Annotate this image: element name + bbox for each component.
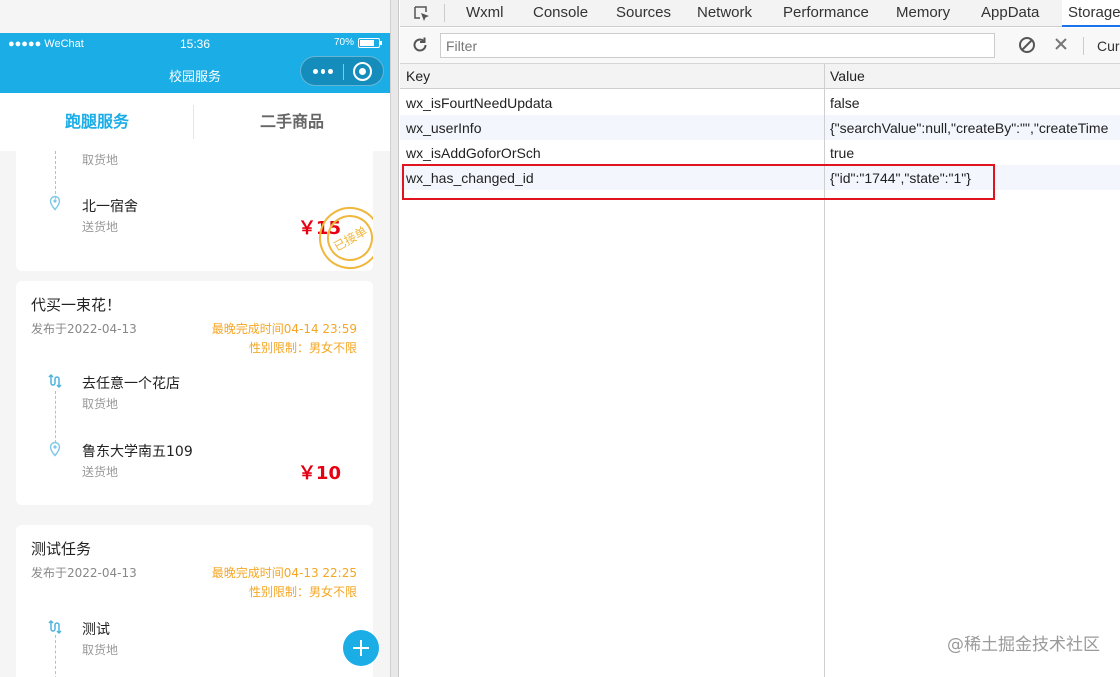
filter-input[interactable]: [440, 33, 995, 58]
tab-sources[interactable]: Sources: [616, 0, 671, 27]
tab-storage[interactable]: Storage: [1062, 0, 1120, 27]
row-key: wx_userInfo: [406, 120, 482, 136]
route-icon: [48, 373, 62, 389]
dropoff-sub-label: 送货地: [82, 465, 119, 479]
order-title: 代买一束花！: [31, 296, 122, 314]
delete-selected-icon[interactable]: [1053, 36, 1069, 52]
publish-date: 发布于2022-04-13: [31, 322, 137, 336]
battery-icon: [358, 37, 382, 48]
highlight-annotation: [402, 164, 995, 200]
tab-console[interactable]: Console: [533, 0, 588, 27]
gender-limit-label: 性别限制：男女不限: [248, 585, 357, 599]
tab-wxml[interactable]: Wxml: [466, 0, 504, 27]
service-tabs: 跑腿服务 二手商品: [0, 93, 390, 151]
dropoff-name: 北一宿舍: [82, 199, 138, 215]
battery-indicator: 70%: [333, 37, 382, 48]
accepted-stamp-icon: 已接单: [319, 207, 373, 269]
tab-errand-service[interactable]: 跑腿服务: [0, 93, 194, 151]
row-value: false: [830, 95, 860, 111]
order-price: ￥10: [297, 463, 341, 484]
order-feed[interactable]: 取货地 北一宿舍 送货地 ￥15 已接单 代买一束花！ 发布于2022-04-1…: [0, 151, 390, 677]
mini-program-capsule[interactable]: [300, 56, 384, 86]
add-order-button[interactable]: [343, 630, 379, 666]
row-value: {"searchValue":null,"createBy":"","creat…: [830, 120, 1109, 136]
dropoff-sub-label: 送货地: [82, 220, 119, 234]
gender-limit-label: 性别限制：男女不限: [248, 341, 357, 355]
devtools-panel: Wxml Console Sources Network Performance…: [400, 0, 1120, 677]
deadline-label: 最晚完成时间04-13 22:25: [211, 566, 357, 580]
close-target-icon[interactable]: [353, 62, 372, 81]
refresh-icon[interactable]: [411, 36, 429, 54]
status-time: 15:36: [179, 37, 211, 51]
tab-second-hand[interactable]: 二手商品: [195, 93, 389, 151]
nav-bar: 校园服务: [0, 55, 390, 93]
pickup-sub-label: 取货地: [82, 643, 119, 657]
stamp-label: 已接单: [331, 223, 370, 254]
tab-performance[interactable]: Performance: [783, 0, 869, 27]
column-resizer[interactable]: [824, 64, 825, 677]
order-card[interactable]: 代买一束花！ 发布于2022-04-13 最晚完成时间04-14 23:59 性…: [16, 281, 373, 505]
inspect-element-icon[interactable]: [412, 4, 432, 24]
pickup-sub-label: 取货地: [82, 153, 119, 167]
row-key: wx_isAddGoforOrSch: [406, 145, 541, 161]
table-row[interactable]: wx_isFourtNeedUpdata false: [400, 90, 1120, 115]
table-header: Key Value: [400, 64, 1120, 89]
storage-table: Key Value wx_isFourtNeedUpdata false wx_…: [400, 64, 1120, 677]
table-row[interactable]: wx_isAddGoforOrSch true: [400, 140, 1120, 165]
clear-all-icon[interactable]: [1018, 36, 1036, 54]
pickup-name: 测试: [82, 622, 110, 638]
pickup-name: 去任意一个花店: [82, 376, 180, 392]
more-icon[interactable]: [313, 69, 334, 75]
status-bar: ●●●●● WeChat 15:36 70%: [0, 33, 390, 55]
tab-appdata[interactable]: AppData: [981, 0, 1039, 27]
watermark: @稀土掘金技术社区: [947, 635, 1100, 655]
location-pin-icon: [49, 195, 61, 211]
deadline-label: 最晚完成时间04-14 23:59: [211, 322, 357, 336]
order-card[interactable]: 取货地 北一宿舍 送货地 ￥15 已接单: [16, 151, 373, 271]
storage-toolbar: Cur: [400, 28, 1120, 64]
table-row[interactable]: wx_userInfo {"searchValue":null,"createB…: [400, 115, 1120, 140]
phone-simulator: ●●●●● WeChat 15:36 70% 校园服务 跑腿服务 二手商品 取货…: [0, 0, 390, 677]
row-key: wx_isFourtNeedUpdata: [406, 95, 553, 111]
route-icon: [48, 619, 62, 635]
tab-network[interactable]: Network: [697, 0, 752, 27]
pickup-sub-label: 取货地: [82, 397, 119, 411]
order-card[interactable]: 测试任务 发布于2022-04-13 最晚完成时间04-13 22:25 性别限…: [16, 525, 373, 677]
order-title: 测试任务: [31, 540, 92, 558]
tab-memory[interactable]: Memory: [896, 0, 950, 27]
panel-splitter[interactable]: [390, 0, 399, 677]
publish-date: 发布于2022-04-13: [31, 566, 137, 580]
location-pin-icon: [49, 441, 61, 457]
column-value-header[interactable]: Value: [830, 68, 865, 84]
column-key-header[interactable]: Key: [406, 68, 430, 84]
current-filter-label[interactable]: Cur: [1097, 38, 1120, 54]
dropoff-name: 鲁东大学南五109: [82, 444, 193, 460]
battery-percent: 70%: [333, 37, 354, 48]
row-value: true: [830, 145, 855, 161]
devtools-tab-bar: Wxml Console Sources Network Performance…: [400, 0, 1120, 27]
